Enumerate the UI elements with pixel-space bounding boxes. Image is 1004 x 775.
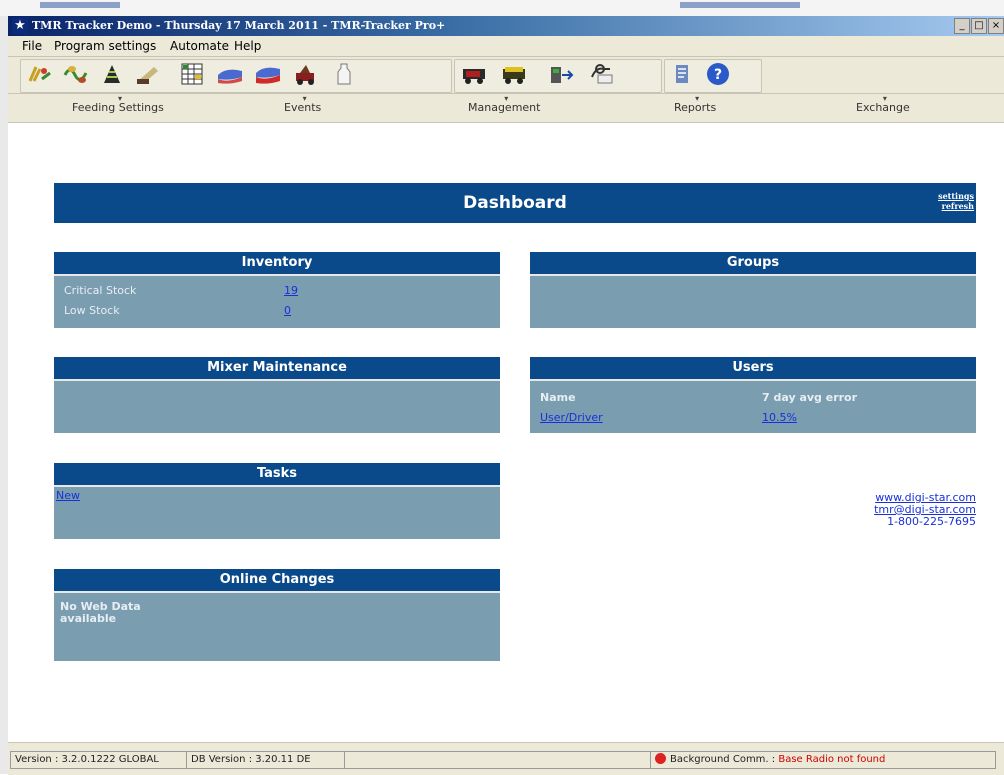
section-nav: Feeding Settings Events Management Repor… [8, 94, 1004, 123]
close-button[interactable]: × [988, 18, 1004, 34]
online-changes-panel: Online Changes No Web Data available [54, 569, 500, 661]
taskbar-segment [40, 2, 120, 8]
low-stock-label: Low Stock [64, 304, 120, 317]
app-star-icon: ★ [12, 18, 28, 34]
settings-link[interactable]: settings [938, 191, 974, 201]
mixer-maintenance-title: Mixer Maintenance [54, 357, 500, 381]
notes-icon[interactable] [668, 61, 696, 87]
phone-number: 1-800-225-7695 [887, 515, 976, 528]
inventory-title: Inventory [54, 252, 500, 276]
status-empty-field [344, 751, 652, 769]
section-reports[interactable]: Reports [674, 94, 716, 114]
low-stock-value[interactable]: 0 [284, 304, 291, 317]
background-comm-field: Background Comm. : Base Radio not found [650, 751, 996, 769]
app-window: ★ TMR Tracker Demo - Thursday 17 March 2… [8, 16, 1004, 775]
user-driver-error-link[interactable]: 10.5% [762, 411, 797, 424]
transfer-data-icon[interactable] [548, 61, 576, 87]
menu-automate[interactable]: Automate [170, 39, 229, 53]
menu-help[interactable]: Help [234, 39, 261, 53]
maximize-button[interactable]: □ [971, 18, 987, 34]
toolbar: ? [8, 57, 1004, 94]
window-title: TMR Tracker Demo - Thursday 17 March 201… [32, 19, 446, 32]
feed-truck-icon[interactable] [292, 61, 320, 87]
taskbar-segment [680, 2, 800, 8]
status-bar: Version : 3.2.0.1222 GLOBAL DB Version :… [8, 742, 1004, 775]
section-events[interactable]: Events [284, 94, 321, 114]
menu-program-settings[interactable]: Program settings [54, 39, 156, 53]
section-exchange[interactable]: Exchange [856, 94, 910, 114]
help-icon[interactable]: ? [704, 61, 732, 87]
section-management[interactable]: Management [468, 94, 540, 114]
contact-info: www.digi-star.com tmr@digi-star.com 1-80… [874, 492, 976, 528]
groups-title: Groups [530, 252, 976, 276]
feed-ingredient-icon[interactable] [62, 61, 90, 87]
menu-bar: File Program settings Automate Help [8, 36, 1004, 57]
error-icon [655, 753, 666, 764]
desktop-strip [0, 0, 1004, 16]
dashboard-header: Dashboard settings refresh [54, 183, 976, 223]
cattle-blue-icon[interactable] [216, 61, 244, 87]
mixer-truck-icon[interactable] [460, 61, 488, 87]
menu-file[interactable]: File [22, 39, 42, 53]
user-driver-link[interactable]: User/Driver [540, 411, 603, 424]
ration-table-icon[interactable] [178, 61, 206, 87]
online-changes-title: Online Changes [54, 569, 500, 593]
users-col-error: 7 day avg error [762, 391, 858, 404]
bg-comm-label: Background Comm. : [670, 754, 776, 765]
refresh-link[interactable]: refresh [938, 201, 974, 211]
milk-bottle-icon[interactable] [330, 61, 358, 87]
mixer-maintenance-panel: Mixer Maintenance [54, 357, 500, 433]
cattle-red-icon[interactable] [254, 61, 282, 87]
loader-icon[interactable] [134, 61, 162, 87]
svg-text:?: ? [714, 67, 722, 83]
feed-mix-icon[interactable] [98, 61, 126, 87]
inventory-panel: Inventory Critical Stock 19 Low Stock 0 [54, 252, 500, 328]
db-version-field: DB Version : 3.20.11 DE [186, 751, 346, 769]
version-field: Version : 3.2.0.1222 GLOBAL [10, 751, 188, 769]
dashboard-title: Dashboard [463, 193, 567, 213]
feed-ration-icon[interactable] [26, 61, 54, 87]
minimize-button[interactable]: _ [954, 18, 970, 34]
new-task-link[interactable]: New [56, 489, 80, 502]
tasks-panel: Tasks New [54, 463, 500, 539]
scale-icon[interactable] [588, 61, 616, 87]
users-panel: Users Name 7 day avg error User/Driver 1… [530, 357, 976, 433]
mixer-wagon-icon[interactable] [500, 61, 528, 87]
groups-panel: Groups [530, 252, 976, 328]
dashboard-content: Dashboard settings refresh Inventory Cri… [8, 123, 1004, 742]
users-title: Users [530, 357, 976, 381]
critical-stock-value[interactable]: 19 [284, 284, 298, 297]
title-bar: ★ TMR Tracker Demo - Thursday 17 March 2… [8, 16, 1004, 36]
tasks-title: Tasks [54, 463, 500, 487]
section-feeding-settings[interactable]: Feeding Settings [72, 94, 164, 114]
critical-stock-label: Critical Stock [64, 284, 137, 297]
no-web-data-message: No Web Data available [60, 600, 141, 625]
users-col-name: Name [540, 391, 576, 404]
bg-comm-value: Base Radio not found [778, 754, 886, 765]
